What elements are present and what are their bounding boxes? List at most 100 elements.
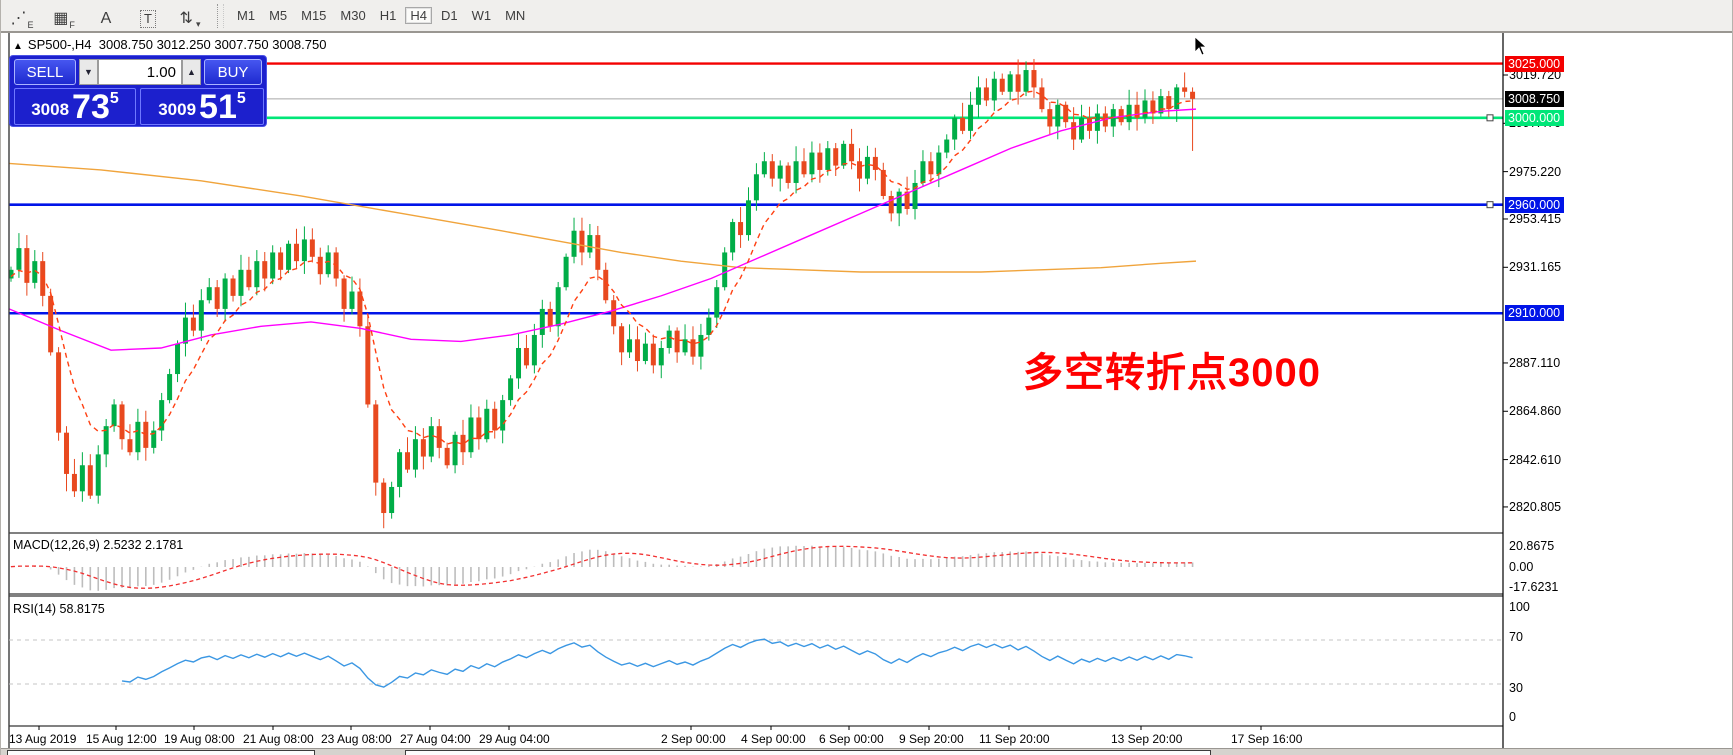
- bear-candle: [770, 161, 775, 178]
- bottom-window-tab-2[interactable]: [405, 750, 1211, 755]
- grid-f-icon[interactable]: ▦F: [46, 4, 82, 30]
- rsi-indicator-label: RSI(14) 58.8175: [13, 602, 105, 616]
- bull-candle: [762, 161, 767, 174]
- ask-price-big: 51: [199, 91, 237, 123]
- date-label: 9 Sep 20:00: [899, 732, 964, 746]
- timeframe-m15[interactable]: M15: [296, 7, 331, 24]
- line-handle[interactable]: [1487, 202, 1493, 208]
- bull-candle: [659, 348, 664, 365]
- bull-candle: [286, 244, 291, 270]
- draw-e-icon[interactable]: ⋰E: [4, 4, 40, 30]
- chart-window[interactable]: ▲SP500-,H4 3008.750 3012.250 3007.750 30…: [1, 33, 1733, 755]
- bull-candle: [183, 318, 188, 344]
- bull-candle: [508, 378, 513, 400]
- bull-candle: [254, 261, 259, 287]
- date-label: 27 Aug 04:00: [400, 732, 471, 746]
- timeframe-mn[interactable]: MN: [500, 7, 530, 24]
- timeframe-toolbar: M1M5M15M30 H1H4D1W1MN: [230, 4, 532, 28]
- bull-candle: [564, 257, 569, 287]
- bull-candle: [794, 161, 799, 183]
- date-label: 11 Sep 20:00: [979, 732, 1050, 746]
- bear-candle: [1071, 122, 1076, 139]
- ohlc-quote: 3008.750 3012.250 3007.750 3008.750: [99, 37, 327, 52]
- bull-candle: [920, 161, 925, 183]
- bull-candle: [80, 465, 85, 491]
- bull-candle: [1024, 70, 1029, 92]
- bull-candle: [532, 335, 537, 365]
- macd-signal-line: [11, 546, 1193, 588]
- bull-candle: [1127, 105, 1132, 122]
- bottom-window-tab-1[interactable]: [7, 750, 315, 755]
- bull-candle: [413, 439, 418, 469]
- bear-candle: [127, 439, 132, 452]
- timeframe-m30[interactable]: M30: [335, 7, 370, 24]
- price-tick-2975.220: 2975.220: [1509, 165, 1561, 179]
- timeframe-m5[interactable]: M5: [264, 7, 292, 24]
- bull-candle: [207, 287, 212, 300]
- price-tick-2864.860: 2864.860: [1509, 404, 1561, 418]
- bull-candle: [556, 287, 561, 326]
- bull-candle: [199, 300, 204, 330]
- macd-axis--17.6231: -17.6231: [1509, 580, 1558, 594]
- sell-button[interactable]: SELL: [14, 59, 76, 85]
- bear-candle: [611, 300, 616, 326]
- bull-candle: [1008, 74, 1013, 91]
- line-handle[interactable]: [1487, 115, 1493, 121]
- bear-candle: [231, 279, 236, 296]
- text-label-icon[interactable]: A: [88, 4, 124, 30]
- arrows-icon[interactable]: ⇅▾: [172, 4, 208, 30]
- bull-candle: [270, 252, 275, 278]
- bear-candle: [849, 144, 854, 161]
- bear-candle: [278, 252, 283, 269]
- timeframe-m1[interactable]: M1: [232, 7, 260, 24]
- bear-candle: [802, 161, 807, 174]
- volume-decrease-button[interactable]: ▼: [79, 59, 98, 85]
- price-badge-3008.750: 3008.750: [1505, 91, 1564, 107]
- macd-axis-0.00: 0.00: [1509, 560, 1533, 574]
- bear-candle: [595, 235, 600, 270]
- price-badge-3000.000: 3000.000: [1505, 110, 1564, 126]
- timeframe-d1[interactable]: D1: [436, 7, 463, 24]
- bear-candle: [1000, 79, 1005, 92]
- bull-candle: [667, 331, 672, 348]
- price-tick-2931.165: 2931.165: [1509, 260, 1561, 274]
- bull-candle: [389, 487, 394, 513]
- mouse-cursor-icon: [1194, 37, 1208, 57]
- bear-candle: [833, 148, 838, 165]
- bull-candle: [223, 279, 228, 309]
- bid-price-box[interactable]: 3008 73 5: [14, 88, 136, 125]
- buy-button[interactable]: BUY: [204, 59, 262, 85]
- bull-candle: [540, 309, 545, 335]
- bull-candle: [746, 200, 751, 235]
- bull-candle: [968, 105, 973, 131]
- collapse-triangle-icon[interactable]: ▲: [13, 41, 23, 52]
- rsi-axis-30: 30: [1509, 681, 1523, 695]
- bull-candle: [976, 87, 981, 104]
- volume-increase-button[interactable]: ▲: [182, 59, 201, 85]
- timeframe-w1[interactable]: W1: [467, 7, 497, 24]
- volume-input[interactable]: [98, 59, 182, 85]
- bear-candle: [960, 118, 965, 131]
- bull-candle: [865, 157, 870, 179]
- bear-candle: [889, 196, 894, 213]
- date-label: 13 Aug 2019: [9, 732, 76, 746]
- textbox-icon[interactable]: T: [130, 2, 166, 28]
- date-label: 17 Sep 16:00: [1231, 732, 1302, 746]
- timeframe-h4[interactable]: H4: [405, 7, 432, 24]
- bull-candle: [429, 426, 434, 456]
- bear-candle: [24, 248, 29, 283]
- ask-price-box[interactable]: 3009 51 5: [140, 88, 264, 125]
- ma-orange-line: [9, 163, 1196, 272]
- bear-candle: [1190, 92, 1195, 99]
- toolbar-tools: ⋰E▦FAT⇅▾: [1, 2, 211, 30]
- bull-candle: [714, 287, 719, 317]
- bear-candle: [120, 404, 125, 439]
- mt4-terminal: ⋰E▦FAT⇅▾ M1M5M15M30 H1H4D1W1MN ▲SP500-,H4…: [0, 0, 1733, 755]
- chart-canvas[interactable]: [1, 33, 1733, 755]
- bottom-strip: [1, 748, 1733, 755]
- bear-candle: [690, 339, 695, 356]
- bear-candle: [445, 448, 450, 465]
- bull-candle: [1174, 87, 1179, 109]
- timeframe-h1[interactable]: H1: [375, 7, 402, 24]
- bull-candle: [468, 417, 473, 452]
